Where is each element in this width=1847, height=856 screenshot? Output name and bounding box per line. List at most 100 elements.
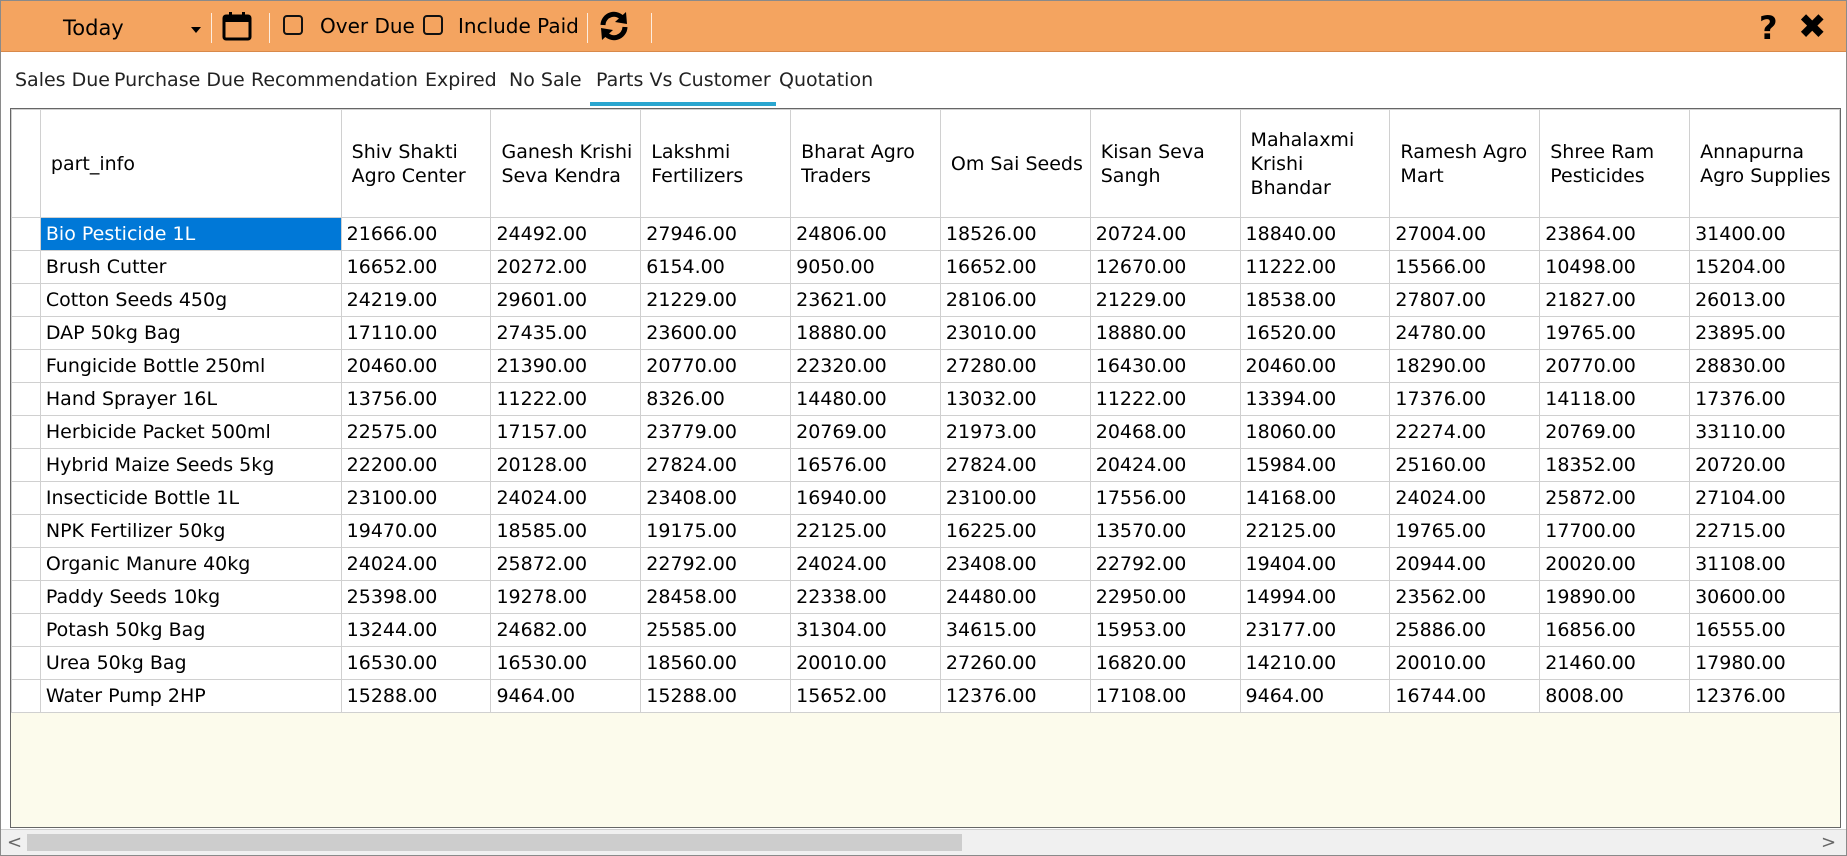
amount-cell[interactable]: 18560.00 [640,646,792,680]
close-icon[interactable]: ✖ [1798,7,1827,47]
amount-cell[interactable]: 17376.00 [1689,382,1840,416]
row-header[interactable] [11,217,41,251]
amount-cell[interactable]: 8326.00 [640,382,792,416]
amount-cell[interactable]: 19404.00 [1239,547,1391,581]
scroll-right-arrow-icon[interactable]: > [1821,832,1836,853]
table-row[interactable]: Brush Cutter 16652.00 20272.00 6154.00 9050.… [11,250,1840,284]
amount-cell[interactable]: 15288.00 [340,679,492,713]
amount-cell[interactable]: 16820.00 [1089,646,1241,680]
column-header-customer[interactable]: Om Sai Seeds [939,109,1091,218]
row-header[interactable] [11,514,41,548]
amount-cell[interactable]: 27104.00 [1689,481,1840,515]
amount-cell[interactable]: 27004.00 [1389,217,1541,251]
amount-cell[interactable]: 16225.00 [939,514,1091,548]
amount-cell[interactable]: 14118.00 [1539,382,1691,416]
row-header[interactable] [11,283,41,317]
amount-cell[interactable]: 16530.00 [490,646,642,680]
refresh-icon[interactable] [597,10,631,46]
amount-cell[interactable]: 16856.00 [1539,613,1691,647]
amount-cell[interactable]: 18880.00 [1089,316,1241,350]
row-header[interactable] [11,679,41,713]
amount-cell[interactable]: 21229.00 [640,283,792,317]
column-header-customer[interactable]: Bharat Agro Traders [790,109,941,218]
amount-cell[interactable]: 11222.00 [1089,382,1241,416]
amount-cell[interactable]: 23408.00 [939,547,1091,581]
row-header[interactable] [11,349,41,383]
amount-cell[interactable]: 27280.00 [939,349,1091,383]
part-cell[interactable]: Insecticide Bottle 1L [39,481,342,515]
column-header-customer[interactable]: Kisan Seva Sangh [1089,109,1241,218]
amount-cell[interactable]: 25160.00 [1389,448,1541,482]
amount-cell[interactable]: 20468.00 [1089,415,1241,449]
part-cell[interactable]: Fungicide Bottle 250ml [39,349,342,383]
part-cell[interactable]: Cotton Seeds 450g [39,283,342,317]
amount-cell[interactable]: 27435.00 [490,316,642,350]
row-header[interactable] [11,382,41,416]
amount-cell[interactable]: 21460.00 [1539,646,1691,680]
tab-quotation[interactable]: Quotation [779,69,873,91]
amount-cell[interactable]: 20769.00 [1539,415,1691,449]
amount-cell[interactable]: 18585.00 [490,514,642,548]
tab-expired[interactable]: Expired [425,69,497,91]
part-cell[interactable]: DAP 50kg Bag [39,316,342,350]
amount-cell[interactable]: 22338.00 [790,580,941,614]
amount-cell[interactable]: 27807.00 [1389,283,1541,317]
amount-cell[interactable]: 23100.00 [340,481,492,515]
amount-cell[interactable]: 11222.00 [1239,250,1391,284]
column-header-customer[interactable]: Lakshmi Fertilizers [640,109,792,218]
amount-cell[interactable]: 18538.00 [1239,283,1391,317]
amount-cell[interactable]: 22792.00 [1089,547,1241,581]
amount-cell[interactable]: 13244.00 [340,613,492,647]
amount-cell[interactable]: 19765.00 [1389,514,1541,548]
column-header-part-info[interactable]: part_info [39,109,342,218]
amount-cell[interactable]: 22125.00 [790,514,941,548]
amount-cell[interactable]: 17980.00 [1689,646,1840,680]
amount-cell[interactable]: 9464.00 [1239,679,1391,713]
amount-cell[interactable]: 12376.00 [1689,679,1840,713]
amount-cell[interactable]: 17700.00 [1539,514,1691,548]
table-row[interactable]: NPK Fertilizer 50kg 19470.00 18585.00 19175… [11,514,1840,548]
tab-sales-due[interactable]: Sales Due [15,69,110,91]
calendar-icon[interactable] [221,11,253,45]
amount-cell[interactable]: 15652.00 [790,679,941,713]
amount-cell[interactable]: 23621.00 [790,283,941,317]
amount-cell[interactable]: 16520.00 [1239,316,1391,350]
row-header[interactable] [11,481,41,515]
tab-parts-vs-customer[interactable]: Parts Vs Customer [596,69,771,91]
amount-cell[interactable]: 22792.00 [640,547,792,581]
column-header-customer[interactable]: Annapurna Agro Supplies [1689,109,1840,218]
amount-cell[interactable]: 15204.00 [1689,250,1840,284]
amount-cell[interactable]: 13570.00 [1089,514,1241,548]
column-header-customer[interactable]: Shree Ram Pesticides [1539,109,1691,218]
amount-cell[interactable]: 24219.00 [340,283,492,317]
amount-cell[interactable]: 30600.00 [1689,580,1840,614]
amount-cell[interactable]: 16652.00 [939,250,1091,284]
amount-cell[interactable]: 23100.00 [939,481,1091,515]
amount-cell[interactable]: 34615.00 [939,613,1091,647]
amount-cell[interactable]: 19278.00 [490,580,642,614]
table-row[interactable]: Hybrid Maize Seeds 5kg 22200.00 20128.00 27… [11,448,1840,482]
amount-cell[interactable]: 13756.00 [340,382,492,416]
part-cell[interactable]: Organic Manure 40kg [39,547,342,581]
tab-recommendation[interactable]: Recommendation [251,69,418,91]
part-cell[interactable]: Urea 50kg Bag [39,646,342,680]
row-header[interactable] [11,415,41,449]
amount-cell[interactable]: 24780.00 [1389,316,1541,350]
tab-purchase-due[interactable]: Purchase Due [114,69,245,91]
amount-cell[interactable]: 18840.00 [1239,217,1391,251]
row-header[interactable] [11,250,41,284]
amount-cell[interactable]: 22575.00 [340,415,492,449]
table-row[interactable]: DAP 50kg Bag 17110.00 27435.00 23600.00 1888… [11,316,1840,350]
amount-cell[interactable]: 20460.00 [340,349,492,383]
amount-cell[interactable]: 15953.00 [1089,613,1241,647]
amount-cell[interactable]: 24024.00 [490,481,642,515]
table-row[interactable]: Potash 50kg Bag 13244.00 24682.00 25585.00 3… [11,613,1840,647]
help-icon[interactable]: ? [1759,9,1778,47]
amount-cell[interactable]: 28106.00 [939,283,1091,317]
part-cell[interactable]: Herbicide Packet 500ml [39,415,342,449]
amount-cell[interactable]: 22950.00 [1089,580,1241,614]
amount-cell[interactable]: 27824.00 [640,448,792,482]
amount-cell[interactable]: 20770.00 [1539,349,1691,383]
row-header[interactable] [11,646,41,680]
amount-cell[interactable]: 8008.00 [1539,679,1691,713]
